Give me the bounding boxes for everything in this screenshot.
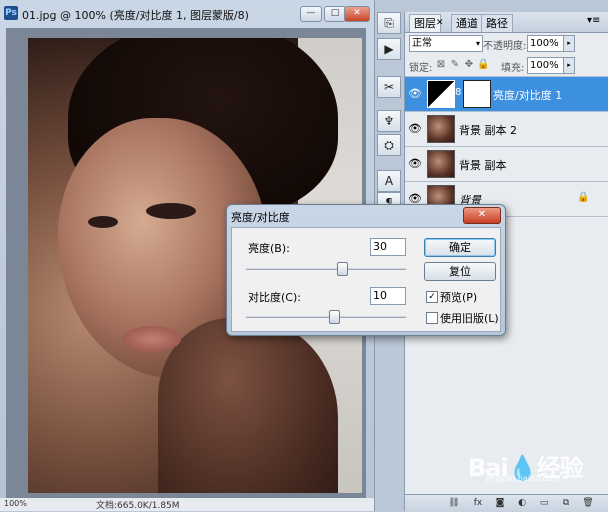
brightness-input[interactable]: 30: [370, 238, 406, 256]
baidu-watermark: Bai💧经验 jingyan.baidu.com: [468, 444, 606, 484]
panel-menu-icon[interactable]: ▾≡: [587, 15, 600, 26]
lock-pixels-icon[interactable]: ✎: [449, 59, 461, 71]
layer-mask-thumbnail[interactable]: [463, 80, 491, 108]
link-layers-icon[interactable]: ⛓: [447, 497, 461, 509]
minimize-button[interactable]: —: [300, 6, 322, 22]
status-bar: 100% 文档:665.0K/1.85M: [0, 498, 374, 511]
chevron-down-icon: ▾: [475, 39, 480, 48]
preview-label: 预览(P): [440, 291, 478, 304]
trash-icon[interactable]: 🗑: [581, 497, 595, 509]
opacity-arrow-icon[interactable]: ▸: [563, 35, 575, 52]
type-icon[interactable]: A: [377, 170, 401, 192]
layer-row-background-copy-2[interactable]: 👁 背景 副本 2: [405, 112, 608, 147]
zoom-field[interactable]: 100%: [4, 499, 27, 508]
layer-row-brightness-contrast[interactable]: 👁 8 亮度/对比度 1: [405, 77, 608, 112]
clone-stamp-icon[interactable]: ♆: [377, 110, 401, 132]
layer-thumbnail: [427, 150, 455, 178]
chain-link-icon[interactable]: 8: [455, 87, 461, 98]
fill-label: 填充:: [501, 63, 525, 74]
reset-button[interactable]: 复位: [424, 262, 496, 281]
lock-transparent-icon[interactable]: ⊠: [435, 59, 447, 71]
layer-thumbnail: [427, 115, 455, 143]
tools-icon[interactable]: ✂: [377, 76, 401, 98]
document-info[interactable]: 文档:665.0K/1.85M: [96, 498, 180, 511]
photo-eye-left: [88, 216, 118, 228]
actions-play-icon[interactable]: ▶: [377, 38, 401, 60]
opacity-label: 不透明度:: [483, 41, 527, 52]
dialog-close-button[interactable]: ✕: [463, 207, 501, 224]
stamp-icon[interactable]: ⛭: [377, 134, 401, 156]
blend-row: 正常 ▾ 不透明度: 100% ▸: [405, 33, 608, 55]
blend-mode-select[interactable]: 正常 ▾: [409, 35, 483, 52]
adjustment-layer-icon: [427, 80, 455, 108]
close-button[interactable]: ✕: [344, 6, 370, 22]
tab-channels[interactable]: 通道: [451, 14, 483, 32]
dialog-body: 亮度(B): 30 对比度(C): 10 确定 复位 ✓ 预览(P) 使用旧版(…: [231, 227, 501, 332]
history-brush-icon[interactable]: ⎘: [377, 12, 401, 34]
maximize-button[interactable]: □: [324, 6, 346, 22]
add-mask-icon[interactable]: ◙: [493, 497, 507, 509]
contrast-slider-thumb[interactable]: [329, 310, 340, 324]
tab-layers[interactable]: 图层 ✕: [409, 14, 444, 32]
contrast-label: 对比度(C):: [248, 291, 301, 304]
contrast-input[interactable]: 10: [370, 287, 406, 305]
brightness-slider-thumb[interactable]: [337, 262, 348, 276]
opacity-field[interactable]: 100%: [527, 35, 565, 52]
eye-icon[interactable]: 👁: [408, 122, 422, 136]
tab-layers-label: 图层: [414, 17, 436, 30]
photo-eye-right: [146, 203, 196, 219]
lock-label: 锁定:: [409, 63, 433, 74]
photo-lips: [123, 326, 181, 352]
fill-field[interactable]: 100%: [527, 57, 565, 74]
dialog-title: 亮度/对比度: [231, 211, 290, 224]
tab-close-icon[interactable]: ✕: [436, 15, 444, 32]
document-titlebar[interactable]: Ps 01.jpg @ 100% (亮度/对比度 1, 图层蒙版/8) — □ …: [0, 0, 374, 26]
photoshop-icon: Ps: [4, 6, 18, 20]
layer-name: 亮度/对比度 1: [493, 89, 563, 102]
lock-position-icon[interactable]: ✥: [463, 59, 475, 71]
brightness-label: 亮度(B):: [248, 242, 290, 255]
layer-name: 背景 副本: [459, 159, 507, 172]
panel-bottom-bar: ⛓ fx ◙ ◐ ▭ ⧉ 🗑: [405, 494, 608, 512]
blend-mode-value: 正常: [412, 38, 432, 49]
layer-row-background-copy[interactable]: 👁 背景 副本: [405, 147, 608, 182]
legacy-label: 使用旧版(L): [440, 312, 499, 325]
ok-button[interactable]: 确定: [424, 238, 496, 257]
preview-checkbox[interactable]: ✓: [426, 291, 438, 303]
layer-name: 背景 副本 2: [459, 124, 517, 137]
panel-tabs: 图层 ✕ 通道 路径 ▾≡: [405, 12, 608, 33]
eye-icon[interactable]: 👁: [408, 87, 422, 101]
group-folder-icon[interactable]: ▭: [537, 497, 551, 509]
legacy-checkbox[interactable]: [426, 312, 438, 324]
lock-row: 锁定: ⊠ ✎ ✥ 🔒 填充: 100% ▸: [405, 56, 608, 77]
watermark-url: jingyan.baidu.com: [486, 474, 560, 483]
adjustment-icon[interactable]: ◐: [515, 497, 529, 509]
lock-all-icon[interactable]: 🔒: [477, 59, 489, 71]
contrast-slider-track[interactable]: [246, 316, 406, 318]
brightness-slider-track[interactable]: [246, 268, 406, 270]
lock-icon: 🔒: [577, 192, 590, 203]
eye-icon[interactable]: 👁: [408, 157, 422, 171]
new-layer-icon[interactable]: ⧉: [559, 497, 573, 509]
brightness-contrast-dialog: 亮度/对比度 ✕ 亮度(B): 30 对比度(C): 10 确定 复位 ✓ 预览…: [226, 204, 506, 336]
fx-icon[interactable]: fx: [471, 497, 485, 509]
document-title: 01.jpg @ 100% (亮度/对比度 1, 图层蒙版/8): [22, 9, 249, 22]
tab-paths[interactable]: 路径: [481, 14, 513, 32]
fill-arrow-icon[interactable]: ▸: [563, 57, 575, 74]
